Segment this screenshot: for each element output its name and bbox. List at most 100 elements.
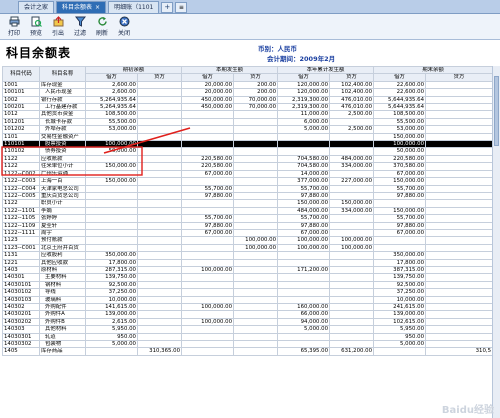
table-row[interactable]: 1403 原材料 287,315.00 100,000.00 171,200.00 387… bbox=[2, 265, 494, 275]
table-row[interactable]: 1122 职员小计 150,000.00 150,000.00 bbox=[2, 199, 494, 208]
table-row[interactable]: 100101 人民币现金 2,600.00 20,000.00 200.00 120,00… bbox=[2, 88, 494, 97]
table-row[interactable]: 1405 库存商品 310,365.00 65,395.00 631,200.00 310… bbox=[2, 347, 494, 356]
cell-amount bbox=[136, 191, 183, 201]
cell-amount bbox=[329, 340, 375, 349]
table-row[interactable]: 1122 应收账款 220,580.00 704,580.00 484,000.00 22… bbox=[2, 154, 494, 164]
cell-amount: 287,315.00 bbox=[85, 265, 138, 275]
tab-1[interactable]: 会计之家 bbox=[18, 1, 55, 13]
table-row[interactable]: 1131 应收股利 350,000.00 350,000.00 bbox=[2, 251, 494, 260]
cell-amount bbox=[277, 140, 331, 149]
scrollbar-thumb[interactable] bbox=[494, 76, 499, 146]
preview-button[interactable]: 预览 bbox=[25, 15, 47, 39]
filter-button[interactable]: 过滤 bbox=[69, 15, 91, 39]
table-row[interactable]: 140302 外购配件 141,615.00 100,000.00 160,000.00… bbox=[2, 302, 494, 312]
closing-debit-header[interactable]: 借方 bbox=[373, 73, 427, 82]
closing-credit-header[interactable]: 贷方 bbox=[425, 73, 494, 82]
cell-amount bbox=[329, 140, 375, 149]
table-row[interactable]: 14030103 玻璃料 10,000.00 10,000.00 bbox=[2, 295, 494, 305]
cell-amount bbox=[233, 332, 279, 342]
cell-amount: 55,500.00 bbox=[85, 117, 138, 127]
close-button[interactable]: 关闭 bbox=[113, 15, 135, 39]
cell-name: 轧道 bbox=[39, 332, 86, 342]
cell-amount bbox=[181, 177, 235, 186]
printer-button[interactable]: 打印 bbox=[3, 15, 25, 39]
table-row[interactable]: 14030102 导线 37,250.00 37,250.00 bbox=[2, 288, 494, 297]
cell-name: 库存商品 bbox=[39, 347, 86, 356]
cell-amount bbox=[233, 265, 279, 275]
current-debit-header[interactable]: 借方 bbox=[181, 73, 235, 82]
table-row[interactable]: 1123 预付账款 100,000.00 100,000.00 100,000.00 bbox=[2, 236, 494, 245]
cell-amount: 55,700.00 bbox=[277, 184, 331, 193]
cell-amount bbox=[85, 221, 138, 230]
cell-amount: 220,580.00 bbox=[181, 162, 235, 171]
tab-list-button[interactable]: ≡ bbox=[175, 2, 188, 13]
table-row[interactable]: 1101 交易性金融资产 150,000.00 bbox=[2, 132, 494, 142]
cell-amount: 150,000.00 bbox=[277, 199, 331, 208]
table-row[interactable]: 1122 往来单位小计 150,000.00 220,580.00 704,580.00… bbox=[2, 162, 494, 171]
cell-amount: 97,880.00 bbox=[277, 191, 331, 201]
table-row[interactable]: 14030201 外购件A 139,000.00 66,000.00 139,000.0… bbox=[2, 310, 494, 319]
cell-amount bbox=[425, 265, 494, 275]
cell-amount bbox=[329, 273, 375, 282]
ytd-credit-header[interactable]: 贷方 bbox=[329, 73, 375, 82]
cell-amount bbox=[329, 169, 375, 179]
cell-amount: 171,200.00 bbox=[277, 265, 331, 275]
toolbar-label: 刷新 bbox=[95, 30, 108, 37]
table-row[interactable]: 1122--C005 重庆百货总公司 97,880.00 97,880.00 97,88… bbox=[2, 191, 494, 201]
cell-amount bbox=[329, 214, 375, 223]
cell-amount: 950.00 bbox=[373, 332, 427, 342]
table-row[interactable]: 1122--C003 上海一百 150,000.00 377,000.00 227,00… bbox=[2, 177, 494, 186]
table-row[interactable]: 14030101 钢材料 92,500.00 92,500.00 bbox=[2, 280, 494, 290]
cell-amount bbox=[277, 147, 331, 156]
table-row[interactable]: 1221 其他应收款 17,800.00 17,800.00 bbox=[2, 258, 494, 267]
tab-3[interactable]: 明细账（1101 bbox=[108, 1, 160, 13]
table-row[interactable]: 1012 其他货币资金 108,500.00 11,000.00 2,500.00 108… bbox=[2, 110, 494, 119]
table-row[interactable]: 14030301 轧道 950.00 950.00 bbox=[2, 332, 494, 342]
table-row[interactable]: 1123--C001 北京王府井百货 100,000.00 100,000.00 100… bbox=[2, 243, 494, 253]
export-button[interactable]: 引出 bbox=[47, 15, 69, 39]
cell-amount bbox=[277, 258, 331, 267]
col-name-header[interactable]: 科目名称 bbox=[39, 66, 86, 82]
table-row[interactable]: 110101 股票投资 100,000.00 100,000.00 bbox=[2, 140, 494, 149]
cell-amount bbox=[329, 221, 375, 230]
table-row[interactable]: 100201 工行基建存款 5,264,935.64 450,000.00 70,000… bbox=[2, 103, 494, 112]
opening-debit-header[interactable]: 借方 bbox=[85, 73, 138, 82]
tab-close-icon[interactable]: × bbox=[95, 2, 100, 14]
cell-amount bbox=[373, 236, 427, 245]
table-row[interactable]: 101201 长城卡存款 55,500.00 6,000.00 55,500.00 bbox=[2, 117, 494, 127]
vertical-scrollbar[interactable] bbox=[492, 66, 500, 418]
table-row[interactable]: 101202 外埠存款 53,000.00 5,000.00 2,500.00 53,00… bbox=[2, 125, 494, 134]
table-row[interactable]: 1122--1109 夏圣轩 97,880.00 97,880.00 97,880.00 bbox=[2, 221, 494, 230]
cell-name: 周宇 bbox=[39, 228, 86, 238]
col-code-header[interactable]: 科目代码 bbox=[2, 66, 40, 82]
table-row[interactable]: 1122--C004 天津家电总公司 55,700.00 55,700.00 55,70… bbox=[2, 184, 494, 193]
add-tab-button[interactable]: + bbox=[161, 2, 174, 13]
table-row[interactable]: 110102 债券投资 50,000.00 50,000.00 bbox=[2, 147, 494, 156]
table-row[interactable]: 1001 库存现金 2,600.00 20,000.00 200.00 120,000.0… bbox=[2, 80, 494, 90]
cell-amount bbox=[425, 288, 494, 297]
cell-name: 其他应收款 bbox=[39, 258, 86, 267]
table-row[interactable]: 1122--1111 周宇 67,000.00 67,000.00 67,000.00 bbox=[2, 228, 494, 238]
cell-amount bbox=[329, 251, 375, 260]
cell-amount bbox=[425, 125, 494, 134]
opening-credit-header[interactable]: 贷方 bbox=[136, 73, 183, 82]
table-row[interactable]: 1002 银行存款 5,264,935.64 450,000.00 70,000.00 2… bbox=[2, 95, 494, 105]
table-row[interactable]: 1122--1101 李娟 484,000.00 334,000.00 150,000.… bbox=[2, 206, 494, 216]
cell-name: 其他材料 bbox=[39, 325, 86, 334]
cell-amount: 100,000.00 bbox=[329, 243, 375, 253]
table-row[interactable]: 140301 主要材料 139,750.00 139,750.00 bbox=[2, 273, 494, 282]
current-credit-header[interactable]: 贷方 bbox=[233, 73, 279, 82]
table-row[interactable]: 1122--C002 广州乐运通 67,000.00 14,000.00 67,000.… bbox=[2, 169, 494, 179]
table-row[interactable]: 14030202 外购件B 2,615.00 100,000.00 94,000.00 1… bbox=[2, 317, 494, 327]
tab-2[interactable]: 科目余额表 × bbox=[56, 1, 107, 14]
toolbar: 打印 预览 引出 过滤 刷新 关闭 bbox=[0, 14, 500, 40]
refresh-icon bbox=[97, 17, 107, 26]
cell-name: 其他货币资金 bbox=[39, 110, 86, 119]
cell-amount: 94,000.00 bbox=[277, 317, 331, 327]
table-row[interactable]: 140303 其他材料 5,950.00 5,000.00 5,950.00 bbox=[2, 325, 494, 334]
table-row[interactable]: 14030302 包装物 5,000.00 5,000.00 bbox=[2, 340, 494, 349]
table-row[interactable]: 1122--1105 张婷婷 55,700.00 55,700.00 55,700.00 bbox=[2, 214, 494, 223]
ytd-debit-header[interactable]: 借方 bbox=[277, 73, 331, 82]
refresh-button[interactable]: 刷新 bbox=[91, 15, 113, 39]
cell-amount bbox=[425, 236, 494, 245]
